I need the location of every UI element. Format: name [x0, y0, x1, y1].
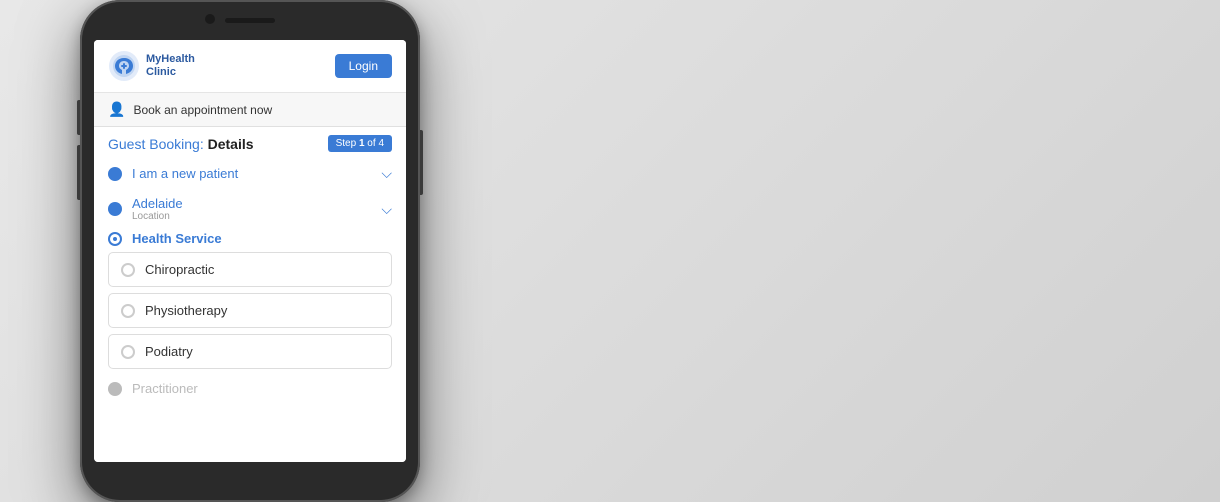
booking-title-highlight: Details — [208, 136, 254, 152]
book-appointment-text: Book an appointment now — [133, 103, 272, 117]
health-service-header: Health Service — [108, 231, 392, 246]
phone-mockup: MyHealth Clinic Login 👤 Book an appointm… — [80, 0, 420, 502]
patient-type-row[interactable]: I am a new patient ⌵ — [108, 158, 392, 189]
booking-header: Guest Booking: Details Step 1 of 4 — [94, 127, 406, 158]
phone-button-power — [420, 130, 423, 195]
option-podiatry-label: Podiatry — [145, 344, 193, 359]
option-physiotherapy-label: Physiotherapy — [145, 303, 227, 318]
logo-name: MyHealth — [146, 53, 195, 66]
location-row[interactable]: Adelaide Location ⌵ — [108, 189, 392, 229]
phone-speaker — [225, 18, 275, 23]
form-steps: I am a new patient ⌵ Adelaide Location ⌵ — [94, 158, 406, 229]
step-dot-1 — [108, 167, 122, 181]
phone-screen: MyHealth Clinic Login 👤 Book an appointm… — [94, 40, 406, 462]
radio-circle-podiatry — [121, 345, 135, 359]
phone-button-mute — [77, 100, 80, 135]
option-chiropractic-label: Chiropractic — [145, 262, 214, 277]
step-total: 4 — [378, 138, 384, 149]
logo-text: MyHealth Clinic — [146, 53, 195, 79]
step-separator: of — [365, 138, 379, 149]
app-content: MyHealth Clinic Login 👤 Book an appointm… — [94, 40, 406, 462]
health-service-dot — [108, 232, 122, 246]
health-service-title: Health Service — [132, 231, 222, 246]
practitioner-label: Practitioner — [132, 381, 198, 396]
step-text: Step — [336, 138, 359, 149]
logo-area: MyHealth Clinic — [108, 50, 195, 82]
option-physiotherapy[interactable]: Physiotherapy — [108, 293, 392, 328]
patient-type-content: I am a new patient — [132, 166, 381, 181]
location-label: Adelaide — [132, 196, 381, 211]
practitioner-dot — [108, 382, 122, 396]
location-chevron[interactable]: ⌵ — [381, 201, 392, 218]
user-icon: 👤 — [108, 101, 125, 118]
step-badge: Step 1 of 4 — [328, 135, 392, 152]
book-appointment-bar: 👤 Book an appointment now — [94, 93, 406, 127]
location-content: Adelaide Location — [132, 196, 381, 222]
app-header: MyHealth Clinic Login — [94, 40, 406, 93]
location-sublabel: Location — [132, 211, 381, 222]
phone-camera — [205, 14, 215, 24]
practitioner-section: Practitioner — [94, 375, 406, 402]
booking-title-prefix: Guest Booking: — [108, 136, 208, 152]
logo-sub: Clinic — [146, 66, 195, 79]
radio-circle-chiropractic — [121, 263, 135, 277]
radio-circle-physiotherapy — [121, 304, 135, 318]
option-chiropractic[interactable]: Chiropractic — [108, 252, 392, 287]
phone-body: MyHealth Clinic Login 👤 Book an appointm… — [80, 0, 420, 502]
patient-type-chevron[interactable]: ⌵ — [381, 165, 392, 182]
login-button[interactable]: Login — [335, 54, 392, 78]
phone-button-volume — [77, 145, 80, 200]
logo-icon — [108, 50, 140, 82]
health-service-dot-inner — [113, 237, 117, 241]
option-podiatry[interactable]: Podiatry — [108, 334, 392, 369]
patient-type-label: I am a new patient — [132, 166, 381, 181]
health-service-section: Health Service Chiropractic Physiotherap… — [94, 229, 406, 369]
step-dot-2 — [108, 202, 122, 216]
booking-title: Guest Booking: Details — [108, 136, 254, 152]
